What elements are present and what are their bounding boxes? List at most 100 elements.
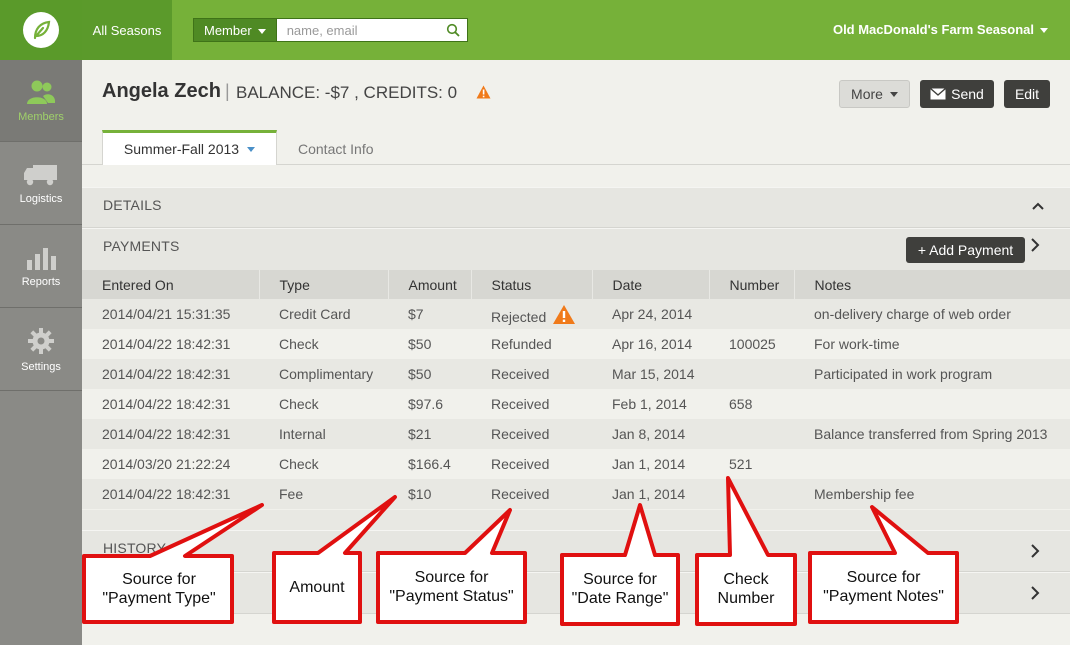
tab-season[interactable]: Summer-Fall 2013 (102, 130, 277, 165)
table-row[interactable]: 2014/04/22 18:42:31 Complimentary $50 Re… (82, 359, 1070, 389)
sidebar-item-reports[interactable]: Reports (0, 226, 82, 308)
search-scope-label: Member (204, 23, 252, 38)
cell-type: Complimentary (259, 359, 388, 389)
edit-button[interactable]: Edit (1004, 80, 1050, 108)
payments-table: Entered On Type Amount Status Date Numbe… (82, 270, 1070, 509)
callout-payment-notes: Source for "Payment Notes" (823, 569, 944, 605)
table-header-row: Entered On Type Amount Status Date Numbe… (82, 270, 1070, 299)
cell-number (709, 479, 794, 509)
cell-entered-on: 2014/04/22 18:42:31 (82, 479, 259, 509)
cell-type: Fee (259, 479, 388, 509)
table-row[interactable]: 2014/03/20 21:22:24 Check $166.4 Receive… (82, 449, 1070, 479)
cell-status: Refunded (471, 329, 592, 359)
send-button[interactable]: Send (920, 80, 994, 108)
cell-notes: Participated in work program (794, 359, 1070, 389)
cell-amount: $50 (388, 359, 471, 389)
column-header-notes[interactable]: Notes (793, 270, 1070, 299)
farm-name: Old MacDonald's Farm Seasonal (832, 22, 1034, 37)
column-header-type[interactable]: Type (258, 270, 388, 299)
cell-number: 521 (709, 449, 794, 479)
leaf-icon (23, 12, 59, 48)
sidebar-item-logistics[interactable]: Logistics (0, 143, 82, 225)
cell-status: Received (471, 359, 592, 389)
table-row[interactable]: 2014/04/22 18:42:31 Check $50 Refunded A… (82, 329, 1070, 359)
cell-date: Jan 8, 2014 (592, 419, 709, 449)
table-row[interactable]: 2014/04/22 18:42:31 Fee $10 Received Jan… (82, 479, 1070, 509)
cell-date: Jan 1, 2014 (592, 479, 709, 509)
cell-entered-on: 2014/04/21 15:31:35 (82, 299, 259, 329)
tab-contact-info[interactable]: Contact Info (298, 141, 374, 157)
cell-notes: on-delivery charge of web order (794, 299, 1070, 329)
callout-payment-status: Source for "Payment Status" (389, 569, 514, 605)
cell-number: 100025 (709, 329, 794, 359)
status-text: Rejected (491, 308, 547, 325)
cell-type: Internal (259, 419, 388, 449)
balance-credits: BALANCE: -$7 , CREDITS: 0 (236, 83, 458, 102)
members-icon (27, 80, 56, 104)
column-header-entered-on[interactable]: Entered On (82, 270, 259, 299)
cell-amount: $21 (388, 419, 471, 449)
cell-date: Jan 1, 2014 (592, 449, 709, 479)
cell-date: Apr 24, 2014 (592, 299, 709, 329)
chevron-right-icon[interactable] (1030, 238, 1040, 252)
cell-amount: $50 (388, 329, 471, 359)
cell-amount: $97.6 (388, 389, 471, 419)
cell-number (709, 299, 794, 329)
column-header-number[interactable]: Number (708, 270, 794, 299)
cell-notes (794, 389, 1070, 419)
callout-check-number: Check Number (717, 571, 775, 607)
cell-status: Rejected (471, 299, 592, 329)
table-row[interactable]: 2014/04/21 15:31:35 Credit Card $7 Rejec… (82, 299, 1070, 329)
cell-status: Received (471, 419, 592, 449)
cell-type: Check (259, 329, 388, 359)
header-separator: | (225, 81, 230, 101)
cell-entered-on: 2014/04/22 18:42:31 (82, 329, 259, 359)
cell-type: Check (259, 389, 388, 419)
search-scope-dropdown[interactable]: Member (193, 18, 276, 42)
chevron-right-icon (1031, 586, 1040, 600)
top-bar: All Seasons Member Old MacDonald's Farm … (0, 0, 1070, 60)
chevron-down-icon (889, 91, 898, 97)
cell-date: Apr 16, 2014 (592, 329, 709, 359)
cell-notes (794, 449, 1070, 479)
farm-selector[interactable]: Old MacDonald's Farm Seasonal (833, 22, 1048, 37)
sidebar-item-label: Settings (21, 360, 61, 373)
sidebar-item-members[interactable]: Members (0, 60, 82, 142)
cell-date: Mar 15, 2014 (592, 359, 709, 389)
cell-entered-on: 2014/04/22 18:42:31 (82, 359, 259, 389)
cell-type: Check (259, 449, 388, 479)
details-section-header[interactable]: DETAILS (82, 187, 1070, 228)
more-button[interactable]: More (839, 80, 910, 108)
chevron-down-icon (247, 146, 256, 152)
table-row[interactable]: 2014/04/22 18:42:31 Internal $21 Receive… (82, 419, 1070, 449)
payments-title: PAYMENTS (103, 238, 180, 254)
sidebar: Members Logistics Reports Settings (0, 60, 82, 645)
callout-payment-type: Source for "Payment Type" (102, 571, 216, 607)
cell-entered-on: 2014/03/20 21:22:24 (82, 449, 259, 479)
add-payment-button[interactable]: + Add Payment (906, 237, 1025, 263)
app-logo[interactable] (0, 0, 82, 60)
table-row[interactable]: 2014/04/22 18:42:31 Check $97.6 Received… (82, 389, 1070, 419)
sidebar-item-label: Members (18, 110, 64, 123)
cell-status: Received (471, 479, 592, 509)
search-input[interactable] (275, 18, 468, 42)
warning-icon[interactable] (552, 304, 576, 325)
details-title: DETAILS (103, 197, 162, 213)
member-name: Angela Zech (102, 80, 221, 102)
search-icon[interactable] (446, 23, 460, 37)
bar-chart-icon (27, 247, 56, 270)
warning-icon[interactable] (476, 85, 491, 99)
truck-icon (24, 164, 57, 185)
cell-status: Received (471, 449, 592, 479)
sidebar-item-settings[interactable]: Settings (0, 309, 82, 391)
member-search: Member (193, 18, 468, 42)
envelope-icon (930, 88, 947, 100)
payments-footer (82, 510, 1070, 530)
column-header-date[interactable]: Date (591, 270, 709, 299)
all-seasons-tab[interactable]: All Seasons (82, 0, 172, 60)
sidebar-item-label: Reports (21, 275, 61, 288)
column-header-status[interactable]: Status (470, 270, 592, 299)
cell-status: Received (471, 389, 592, 419)
cell-number (709, 419, 794, 449)
column-header-amount[interactable]: Amount (387, 270, 471, 299)
